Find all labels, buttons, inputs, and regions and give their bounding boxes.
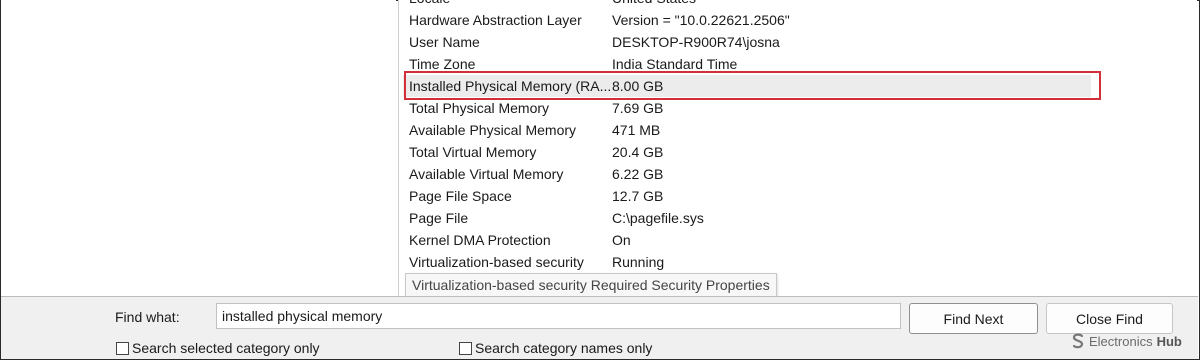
search-selected-category-checkbox[interactable]: Search selected category only (116, 339, 320, 357)
list-row[interactable]: Kernel DMA Protection On (399, 229, 1197, 251)
watermark-brand: Electronics (1089, 333, 1153, 349)
s-logo-icon (1072, 333, 1084, 349)
value-cell: 6.22 GB (612, 166, 664, 182)
checkbox-box[interactable] (116, 341, 129, 355)
category-tree-pane[interactable] (1, 0, 396, 296)
highlight-annotation (404, 71, 1101, 100)
item-cell: Hardware Abstraction Layer (409, 12, 582, 28)
watermark-brand-accent: Hub (1156, 333, 1182, 349)
details-list[interactable]: Locale United States Hardware Abstractio… (399, 0, 1197, 296)
item-cell: Total Virtual Memory (409, 144, 537, 160)
list-row[interactable]: Virtualization-based security Running (399, 251, 1197, 273)
find-what-input[interactable] (216, 303, 901, 329)
list-row[interactable]: Available Virtual Memory 6.22 GB (399, 163, 1197, 185)
value-cell: Version = "10.0.22621.2506" (612, 12, 790, 28)
item-cell: Virtualization-based security (409, 254, 584, 270)
find-what-label: Find what: (115, 309, 180, 325)
watermark: Electronics Hub (1071, 333, 1182, 349)
close-find-button[interactable]: Close Find (1046, 303, 1173, 334)
list-row-cut[interactable]: Locale United States (399, 0, 1197, 9)
checkbox-label: Search category names only (475, 340, 653, 356)
value-cell: 20.4 GB (612, 144, 664, 160)
item-cell: Available Physical Memory (409, 122, 577, 138)
value-cell: DESKTOP-R900R74\josna (612, 34, 780, 50)
item-cell: Total Physical Memory (409, 100, 550, 116)
item-cell: Kernel DMA Protection (409, 232, 551, 248)
list-row[interactable]: Page File C:\pagefile.sys (399, 207, 1197, 229)
value-cell: 7.69 GB (612, 100, 664, 116)
search-category-names-checkbox[interactable]: Search category names only (459, 339, 652, 357)
list-row[interactable]: Total Virtual Memory 20.4 GB (399, 141, 1197, 163)
list-row[interactable]: Hardware Abstraction Layer Version = "10.… (399, 9, 1197, 31)
value-cell: Running (612, 254, 665, 270)
value-cell: On (612, 232, 631, 248)
list-row[interactable]: User Name DESKTOP-R900R74\josna (399, 31, 1197, 53)
item-cell: Available Virtual Memory (409, 166, 564, 182)
list-row[interactable]: Page File Space 12.7 GB (399, 185, 1197, 207)
list-row[interactable]: Total Physical Memory 7.69 GB (399, 97, 1197, 119)
item-cell: Locale (409, 0, 450, 9)
value-cell: 471 MB (612, 122, 661, 138)
item-cell: Page File Space (409, 188, 512, 204)
value-cell: C:\pagefile.sys (612, 210, 704, 226)
tooltip: Virtualization-based security Required S… (405, 273, 777, 297)
checkbox-label: Search selected category only (132, 340, 320, 356)
checkbox-box[interactable] (459, 341, 472, 355)
list-row[interactable]: Available Physical Memory 471 MB (399, 119, 1197, 141)
find-bar: Find what: Find Next Close Find Search s… (1, 296, 1198, 359)
find-next-button[interactable]: Find Next (909, 303, 1038, 334)
item-cell: User Name (409, 34, 480, 50)
value-cell: 12.7 GB (612, 188, 664, 204)
value-cell: United States (612, 0, 696, 9)
item-cell: Page File (409, 210, 469, 226)
